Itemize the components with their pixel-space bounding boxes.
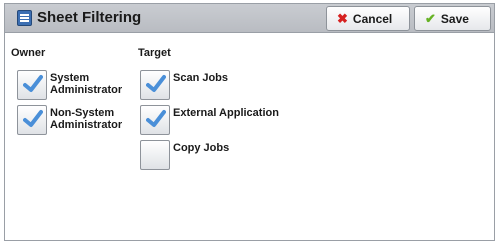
owner-option-non-system-administrator[interactable]: Non-System Administrator	[17, 105, 122, 135]
dialog-header: Sheet Filtering ✖ Cancel ✔ Save	[5, 4, 494, 33]
owner-non-system-administrator-checkbox[interactable]	[17, 105, 47, 135]
dialog-title-text: Sheet Filtering	[37, 9, 142, 26]
cancel-label: Cancel	[352, 11, 393, 26]
owner-option-system-administrator[interactable]: System Administrator	[17, 70, 122, 100]
checkmark-icon	[146, 75, 166, 92]
target-external-application-label: External Application	[173, 107, 279, 119]
owner-system-administrator-checkbox[interactable]	[17, 70, 47, 100]
target-option-copy-jobs[interactable]: Copy Jobs	[140, 140, 229, 170]
target-copy-jobs-checkbox[interactable]	[140, 140, 170, 170]
checkmark-icon	[23, 75, 43, 92]
target-heading: Target	[138, 47, 171, 59]
owner-non-system-administrator-label: Non-System Administrator	[50, 107, 123, 131]
checkmark-icon	[23, 110, 43, 127]
target-copy-jobs-label: Copy Jobs	[173, 142, 230, 154]
target-external-application-checkbox[interactable]	[140, 105, 170, 135]
owner-heading: Owner	[11, 47, 46, 59]
cancel-button[interactable]: ✖ Cancel	[326, 6, 410, 31]
target-scan-jobs-checkbox[interactable]	[140, 70, 170, 100]
save-button[interactable]: ✔ Save	[414, 6, 491, 31]
checkmark-icon	[146, 110, 166, 127]
sheet-filtering-icon	[17, 9, 32, 26]
x-icon: ✖	[337, 10, 348, 26]
dialog-title: Sheet Filtering	[17, 9, 141, 26]
dialog-frame: Sheet Filtering ✖ Cancel ✔ Save Owner Ta…	[4, 3, 495, 241]
checkmark-icon: ✔	[425, 10, 436, 26]
target-scan-jobs-label: Scan Jobs	[173, 72, 229, 84]
owner-system-administrator-label: System Administrator	[50, 72, 123, 96]
target-option-external-application[interactable]: External Application	[140, 105, 279, 135]
target-option-scan-jobs[interactable]: Scan Jobs	[140, 70, 228, 100]
save-label: Save	[440, 11, 469, 26]
